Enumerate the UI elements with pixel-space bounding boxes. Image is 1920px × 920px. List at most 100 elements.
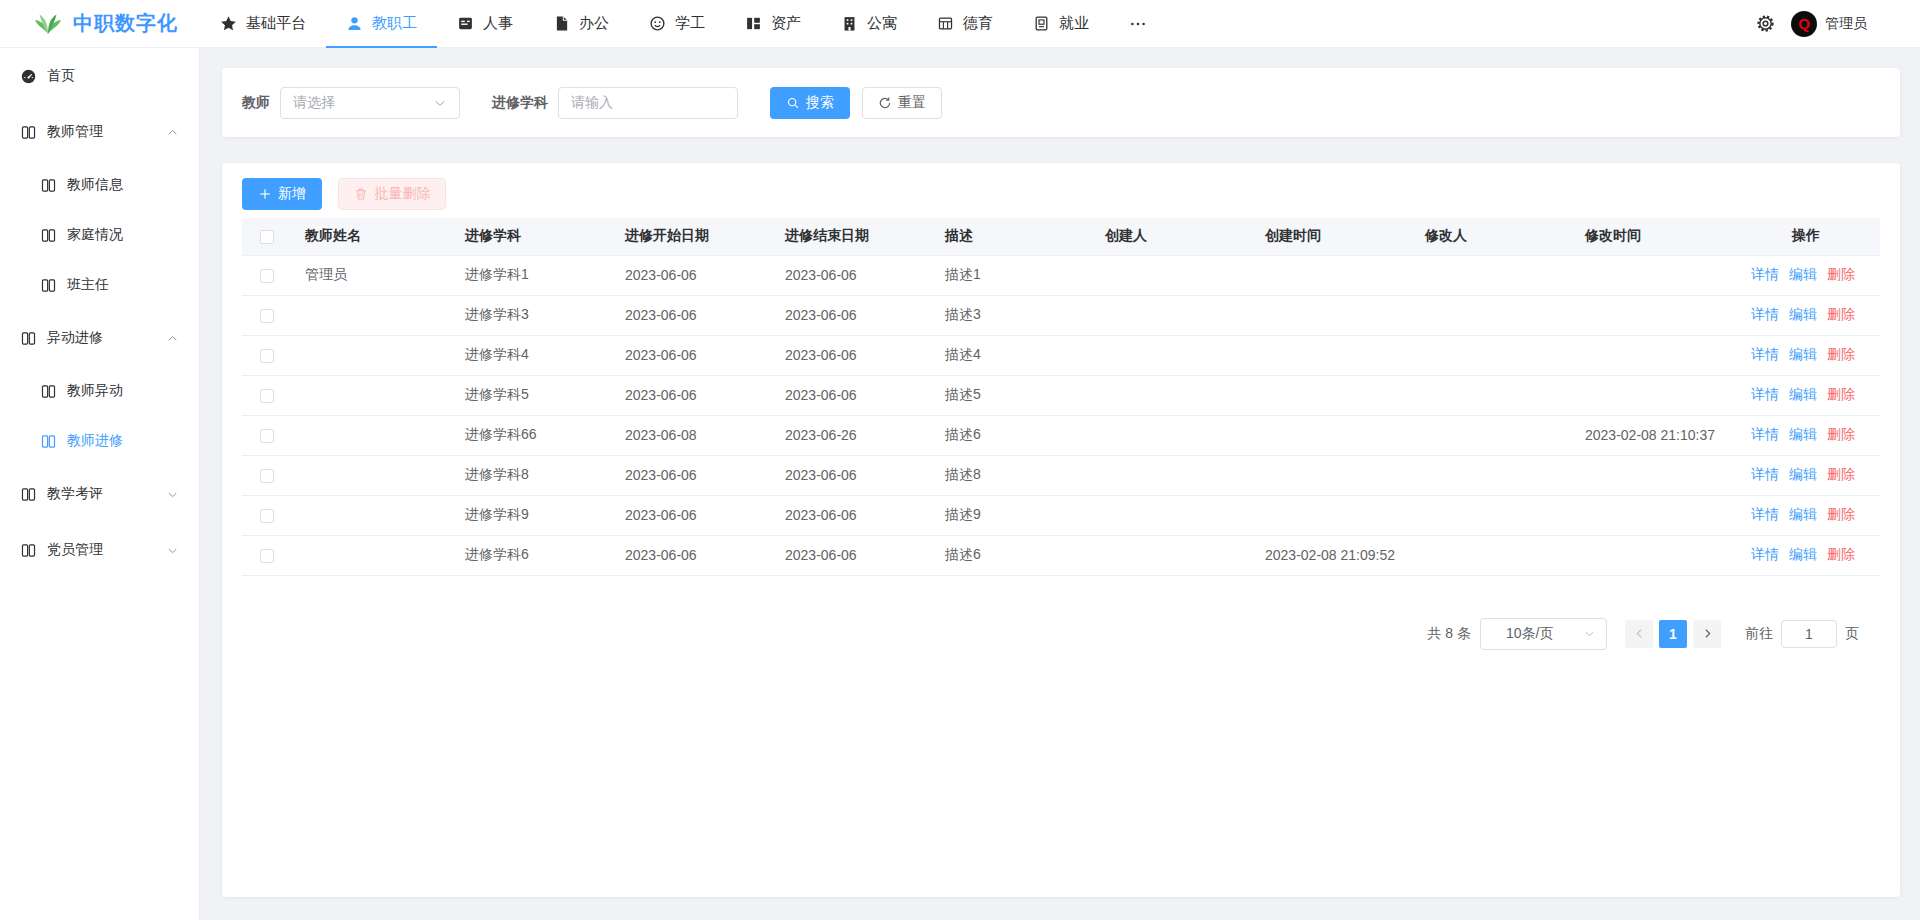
delete-link[interactable]: 删除 [1827, 466, 1855, 482]
nav-tabs: 基础平台 教职工 人事办公学工资产公寓德育就业 [200, 0, 1167, 48]
sidebar-subitem-teacher-transfer[interactable]: 教师异动 [0, 366, 199, 416]
delete-link[interactable]: 删除 [1827, 346, 1855, 362]
detail-link[interactable]: 详情 [1751, 426, 1779, 442]
detail-link[interactable]: 详情 [1751, 306, 1779, 322]
book-icon [40, 177, 57, 194]
edit-link[interactable]: 编辑 [1789, 266, 1817, 282]
goto-page-input[interactable]: 1 [1781, 620, 1837, 648]
page-size-select[interactable]: 10条/页 [1480, 618, 1607, 650]
prev-page-button[interactable] [1625, 620, 1653, 648]
delete-link[interactable]: 删除 [1827, 306, 1855, 322]
detail-link[interactable]: 详情 [1751, 546, 1779, 562]
sidebar-subitem-teacher-info[interactable]: 教师信息 [0, 160, 199, 210]
current-page[interactable]: 1 [1659, 620, 1687, 648]
sidebar-subitem-teacher-training[interactable]: 教师进修 [0, 416, 199, 466]
total-count: 共 8 条 [1427, 625, 1471, 643]
sidebar-item-teacher-mgmt[interactable]: 教师管理 [0, 104, 199, 160]
edit-link[interactable]: 编辑 [1789, 386, 1817, 402]
nav-tab-apartment[interactable]: 公寓 [821, 0, 917, 48]
nav-tab-hr[interactable]: 人事 [437, 0, 533, 48]
cell-description: 描述6 [932, 535, 1092, 575]
cell-modify-time [1572, 495, 1732, 535]
row-checkbox[interactable] [260, 349, 274, 363]
cell-subject: 进修学科8 [452, 455, 612, 495]
sidebar-subitem-label: 教师进修 [67, 432, 123, 450]
sidebar-subitem-label: 家庭情况 [67, 226, 123, 244]
cell-operation: 详情编辑删除 [1732, 375, 1880, 415]
sidebar-item-label: 异动进修 [47, 329, 103, 347]
sidebar-subitem-family-info[interactable]: 家庭情况 [0, 210, 199, 260]
search-button[interactable]: 搜索 [770, 87, 850, 119]
cell-create-time [1252, 255, 1412, 295]
cell-description: 描述1 [932, 255, 1092, 295]
subject-input[interactable]: 请输入 [558, 87, 738, 119]
cell-operation: 详情编辑删除 [1732, 295, 1880, 335]
avatar[interactable]: Q [1791, 11, 1817, 37]
edit-link[interactable]: 编辑 [1789, 346, 1817, 362]
row-checkbox[interactable] [260, 389, 274, 403]
edit-link[interactable]: 编辑 [1789, 306, 1817, 322]
cell-start-date: 2023-06-06 [612, 255, 772, 295]
sidebar-item-teaching-eval[interactable]: 教学考评 [0, 466, 199, 522]
delete-link[interactable]: 删除 [1827, 386, 1855, 402]
row-checkbox[interactable] [260, 309, 274, 323]
sidebar-subitem-head-teacher[interactable]: 班主任 [0, 260, 199, 310]
delete-link[interactable]: 删除 [1827, 426, 1855, 442]
settings-gear-icon[interactable] [1755, 13, 1776, 34]
nav-tab-base-platform[interactable]: 基础平台 [200, 0, 326, 48]
app-title: 中职数字化 [73, 10, 178, 37]
batch-delete-button[interactable]: 批量删除 [338, 178, 446, 210]
cell-subject: 进修学科1 [452, 255, 612, 295]
cell-end-date: 2023-06-06 [772, 255, 932, 295]
row-checkbox[interactable] [260, 429, 274, 443]
edit-link[interactable]: 编辑 [1789, 466, 1817, 482]
edit-link[interactable]: 编辑 [1789, 546, 1817, 562]
detail-link[interactable]: 详情 [1751, 386, 1779, 402]
sidebar-item-home[interactable]: 首页 [0, 48, 199, 104]
cell-subject: 进修学科4 [452, 335, 612, 375]
cell-start-date: 2023-06-06 [612, 455, 772, 495]
reset-button[interactable]: 重置 [862, 87, 942, 119]
delete-link[interactable]: 删除 [1827, 506, 1855, 522]
sidebar-item-transfer-training[interactable]: 异动进修 [0, 310, 199, 366]
cell-create-time [1252, 455, 1412, 495]
row-checkbox[interactable] [260, 469, 274, 483]
teacher-select[interactable]: 请选择 [280, 87, 460, 119]
nav-more-button[interactable] [1109, 0, 1167, 48]
nav-tab-student[interactable]: 学工 [629, 0, 725, 48]
row-checkbox[interactable] [260, 269, 274, 283]
detail-link[interactable]: 详情 [1751, 346, 1779, 362]
cell-subject: 进修学科5 [452, 375, 612, 415]
column-header-creator: 创建人 [1092, 218, 1252, 255]
cell-operation: 详情编辑删除 [1732, 455, 1880, 495]
nav-tab-moral-edu[interactable]: 德育 [917, 0, 1013, 48]
nav-tab-label: 教职工 [372, 14, 417, 33]
nav-tab-asset[interactable]: 资产 [725, 0, 821, 48]
cell-teacher-name [292, 455, 452, 495]
row-checkbox[interactable] [260, 549, 274, 563]
delete-link[interactable]: 删除 [1827, 266, 1855, 282]
building-icon [841, 15, 858, 32]
delete-link[interactable]: 删除 [1827, 546, 1855, 562]
add-button[interactable]: 新增 [242, 178, 322, 210]
cell-description: 描述9 [932, 495, 1092, 535]
cell-modifier [1412, 455, 1572, 495]
row-checkbox[interactable] [260, 509, 274, 523]
detail-link[interactable]: 详情 [1751, 466, 1779, 482]
sidebar-subitem-label: 教师异动 [67, 382, 123, 400]
edit-link[interactable]: 编辑 [1789, 506, 1817, 522]
detail-link[interactable]: 详情 [1751, 506, 1779, 522]
nav-tab-employment[interactable]: 就业 [1013, 0, 1109, 48]
detail-link[interactable]: 详情 [1751, 266, 1779, 282]
user-name[interactable]: 管理员 [1825, 15, 1867, 33]
select-all-checkbox[interactable] [260, 230, 274, 244]
cell-create-time [1252, 495, 1412, 535]
edit-link[interactable]: 编辑 [1789, 426, 1817, 442]
next-page-button[interactable] [1693, 620, 1721, 648]
user-icon [346, 15, 363, 32]
top-navbar: 中职数字化 基础平台 教职工 人事办公学工资产公寓德育就业 Q 管理员 [0, 0, 1920, 48]
sidebar-item-party-mgmt[interactable]: 党员管理 [0, 522, 199, 578]
nav-tab-staff[interactable]: 教职工 [326, 0, 437, 48]
nav-tab-office[interactable]: 办公 [533, 0, 629, 48]
cell-operation: 详情编辑删除 [1732, 255, 1880, 295]
